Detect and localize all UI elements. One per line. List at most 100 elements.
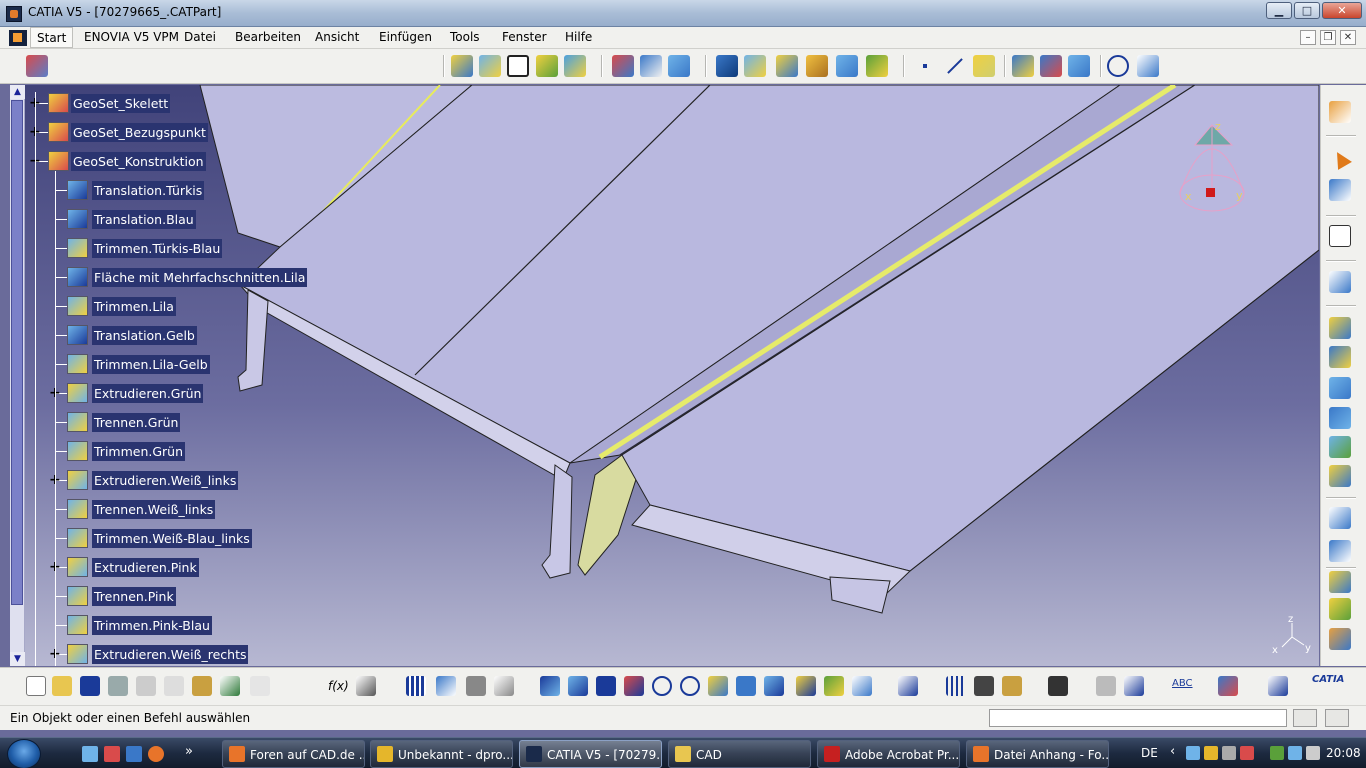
- tree-item[interactable]: +Extrudieren.Pink: [0, 556, 320, 578]
- line-draw-icon[interactable]: [943, 55, 965, 77]
- stop-button[interactable]: [1325, 709, 1349, 727]
- redo-icon[interactable]: [250, 676, 270, 696]
- swap-space-icon[interactable]: [852, 676, 872, 696]
- pattern-icon[interactable]: [1329, 540, 1351, 562]
- catia-menu-logo-icon[interactable]: [9, 30, 27, 46]
- command-button[interactable]: [1293, 709, 1317, 727]
- taskbar-button[interactable]: CAD: [668, 740, 811, 768]
- open-folder-icon[interactable]: [52, 676, 72, 696]
- whats-this-icon[interactable]: [280, 676, 300, 696]
- clock[interactable]: 20:08: [1326, 746, 1361, 760]
- comment-icon[interactable]: [356, 676, 376, 696]
- taskbar-button[interactable]: Unbekannt - dpro...: [370, 740, 513, 768]
- menu-einfuegen[interactable]: Einfügen: [379, 30, 432, 44]
- pan-icon[interactable]: [596, 676, 616, 696]
- taskbar-button[interactable]: Datei Anhang - Fo...: [966, 740, 1109, 768]
- undo-icon[interactable]: [220, 676, 240, 696]
- mdi-restore-button[interactable]: ❐: [1320, 30, 1336, 45]
- apply-material-icon[interactable]: [1002, 676, 1022, 696]
- tree-item[interactable]: Trennen.Pink: [0, 585, 320, 607]
- extract-icon[interactable]: [1329, 465, 1351, 487]
- dropbox-tray-icon[interactable]: [1186, 746, 1200, 760]
- cut-icon[interactable]: [136, 676, 156, 696]
- shading-icon[interactable]: [796, 676, 816, 696]
- line-icon[interactable]: [479, 55, 501, 77]
- rotate-icon[interactable]: [624, 676, 644, 696]
- tree-item[interactable]: +Extrudieren.Grün: [0, 382, 320, 404]
- menu-start[interactable]: Start: [30, 27, 74, 48]
- transformation-icon[interactable]: [866, 55, 888, 77]
- taskbar-button[interactable]: CATIA V5 - [70279...: [519, 740, 662, 768]
- tray-app2-icon[interactable]: [1222, 746, 1236, 760]
- sphere-icon[interactable]: [668, 55, 690, 77]
- blend-icon[interactable]: [806, 55, 828, 77]
- tree-item[interactable]: +GeoSet_Skelett: [0, 92, 320, 114]
- taskbar-button[interactable]: Adobe Acrobat Pr...: [817, 740, 960, 768]
- revolve-icon[interactable]: [640, 55, 662, 77]
- hide-show-icon[interactable]: [824, 676, 844, 696]
- plane-icon[interactable]: [507, 55, 529, 77]
- connect-checker-icon[interactable]: [1329, 407, 1351, 429]
- tree-item[interactable]: Trimmen.Pink-Blau: [0, 614, 320, 636]
- tree-item[interactable]: Trennen.Grün: [0, 411, 320, 433]
- sweep-icon[interactable]: [1012, 55, 1034, 77]
- menu-bearbeiten[interactable]: Bearbeiten: [235, 30, 301, 44]
- language-indicator[interactable]: DE: [1141, 746, 1158, 760]
- tray-app-icon[interactable]: [1204, 746, 1218, 760]
- menu-hilfe[interactable]: Hilfe: [565, 30, 592, 44]
- projection-icon[interactable]: [536, 55, 558, 77]
- catalog-icon[interactable]: [1329, 571, 1351, 593]
- copy-icon[interactable]: [164, 676, 184, 696]
- spelling-icon[interactable]: ABC: [1172, 678, 1193, 689]
- print-icon[interactable]: [108, 676, 128, 696]
- tree-item[interactable]: Trimmen.Weiß-Blau_links: [0, 527, 320, 549]
- tree-item[interactable]: +GeoSet_Bezugspunkt: [0, 121, 320, 143]
- tree-item[interactable]: Translation.Türkis: [0, 179, 320, 201]
- table-icon[interactable]: [406, 676, 426, 696]
- paste-icon[interactable]: [192, 676, 212, 696]
- measure-icon[interactable]: [946, 676, 966, 696]
- analysis-tool-icon[interactable]: [1268, 676, 1288, 696]
- tree-item[interactable]: +Extrudieren.Weiß_links: [0, 469, 320, 491]
- update-icon[interactable]: [494, 676, 514, 696]
- lock-icon[interactable]: [466, 676, 486, 696]
- zoom-in-icon[interactable]: [652, 676, 672, 696]
- powercopy-icon[interactable]: [1329, 598, 1351, 620]
- quicklaunch-overflow[interactable]: »: [185, 744, 193, 759]
- extrude-toolbar-icon[interactable]: [612, 55, 634, 77]
- tree-item[interactable]: Trennen.Weiß_links: [0, 498, 320, 520]
- select-arrow-icon[interactable]: [1329, 148, 1352, 171]
- point-icon[interactable]: [451, 55, 473, 77]
- save-icon[interactable]: [80, 676, 100, 696]
- curvature-icon[interactable]: [1329, 377, 1351, 399]
- tree-item[interactable]: Fläche mit Mehrfachschnitten.Lila: [0, 266, 320, 288]
- tree-item[interactable]: Trimmen.Lila-Gelb: [0, 353, 320, 375]
- tree-item[interactable]: Trimmen.Grün: [0, 440, 320, 462]
- windows-start-button[interactable]: [7, 739, 41, 768]
- volume-icon[interactable]: [1306, 746, 1320, 760]
- command-input[interactable]: [989, 709, 1287, 727]
- 3d-viewport[interactable]: z x y z x y: [10, 85, 1319, 666]
- spline-icon[interactable]: [1137, 55, 1159, 77]
- circle-icon[interactable]: [1107, 55, 1129, 77]
- repetition-icon[interactable]: [1329, 507, 1351, 529]
- boundary-icon[interactable]: [1329, 436, 1351, 458]
- menu-datei[interactable]: Datei: [184, 30, 216, 44]
- show-desktop-icon[interactable]: [82, 746, 98, 762]
- menu-ansicht[interactable]: Ansicht: [315, 30, 359, 44]
- workbench-icon[interactable]: [26, 55, 48, 77]
- zoom-out-icon[interactable]: [680, 676, 700, 696]
- network-icon[interactable]: [1288, 746, 1302, 760]
- tray-pdf-icon[interactable]: [1240, 746, 1254, 760]
- mdi-close-button[interactable]: ✕: [1340, 30, 1356, 45]
- fillet-icon[interactable]: [776, 55, 798, 77]
- multi-view-icon[interactable]: [736, 676, 756, 696]
- menu-tools[interactable]: Tools: [450, 30, 480, 44]
- tree-item[interactable]: −GeoSet_Konstruktion: [0, 150, 320, 172]
- normal-view-icon[interactable]: [708, 676, 728, 696]
- dimension-icon[interactable]: [1124, 676, 1144, 696]
- iso-view-icon[interactable]: [764, 676, 784, 696]
- tree-item[interactable]: Translation.Blau: [0, 208, 320, 230]
- surface-analysis-icon[interactable]: [1329, 317, 1351, 339]
- new-file-icon[interactable]: [26, 676, 46, 696]
